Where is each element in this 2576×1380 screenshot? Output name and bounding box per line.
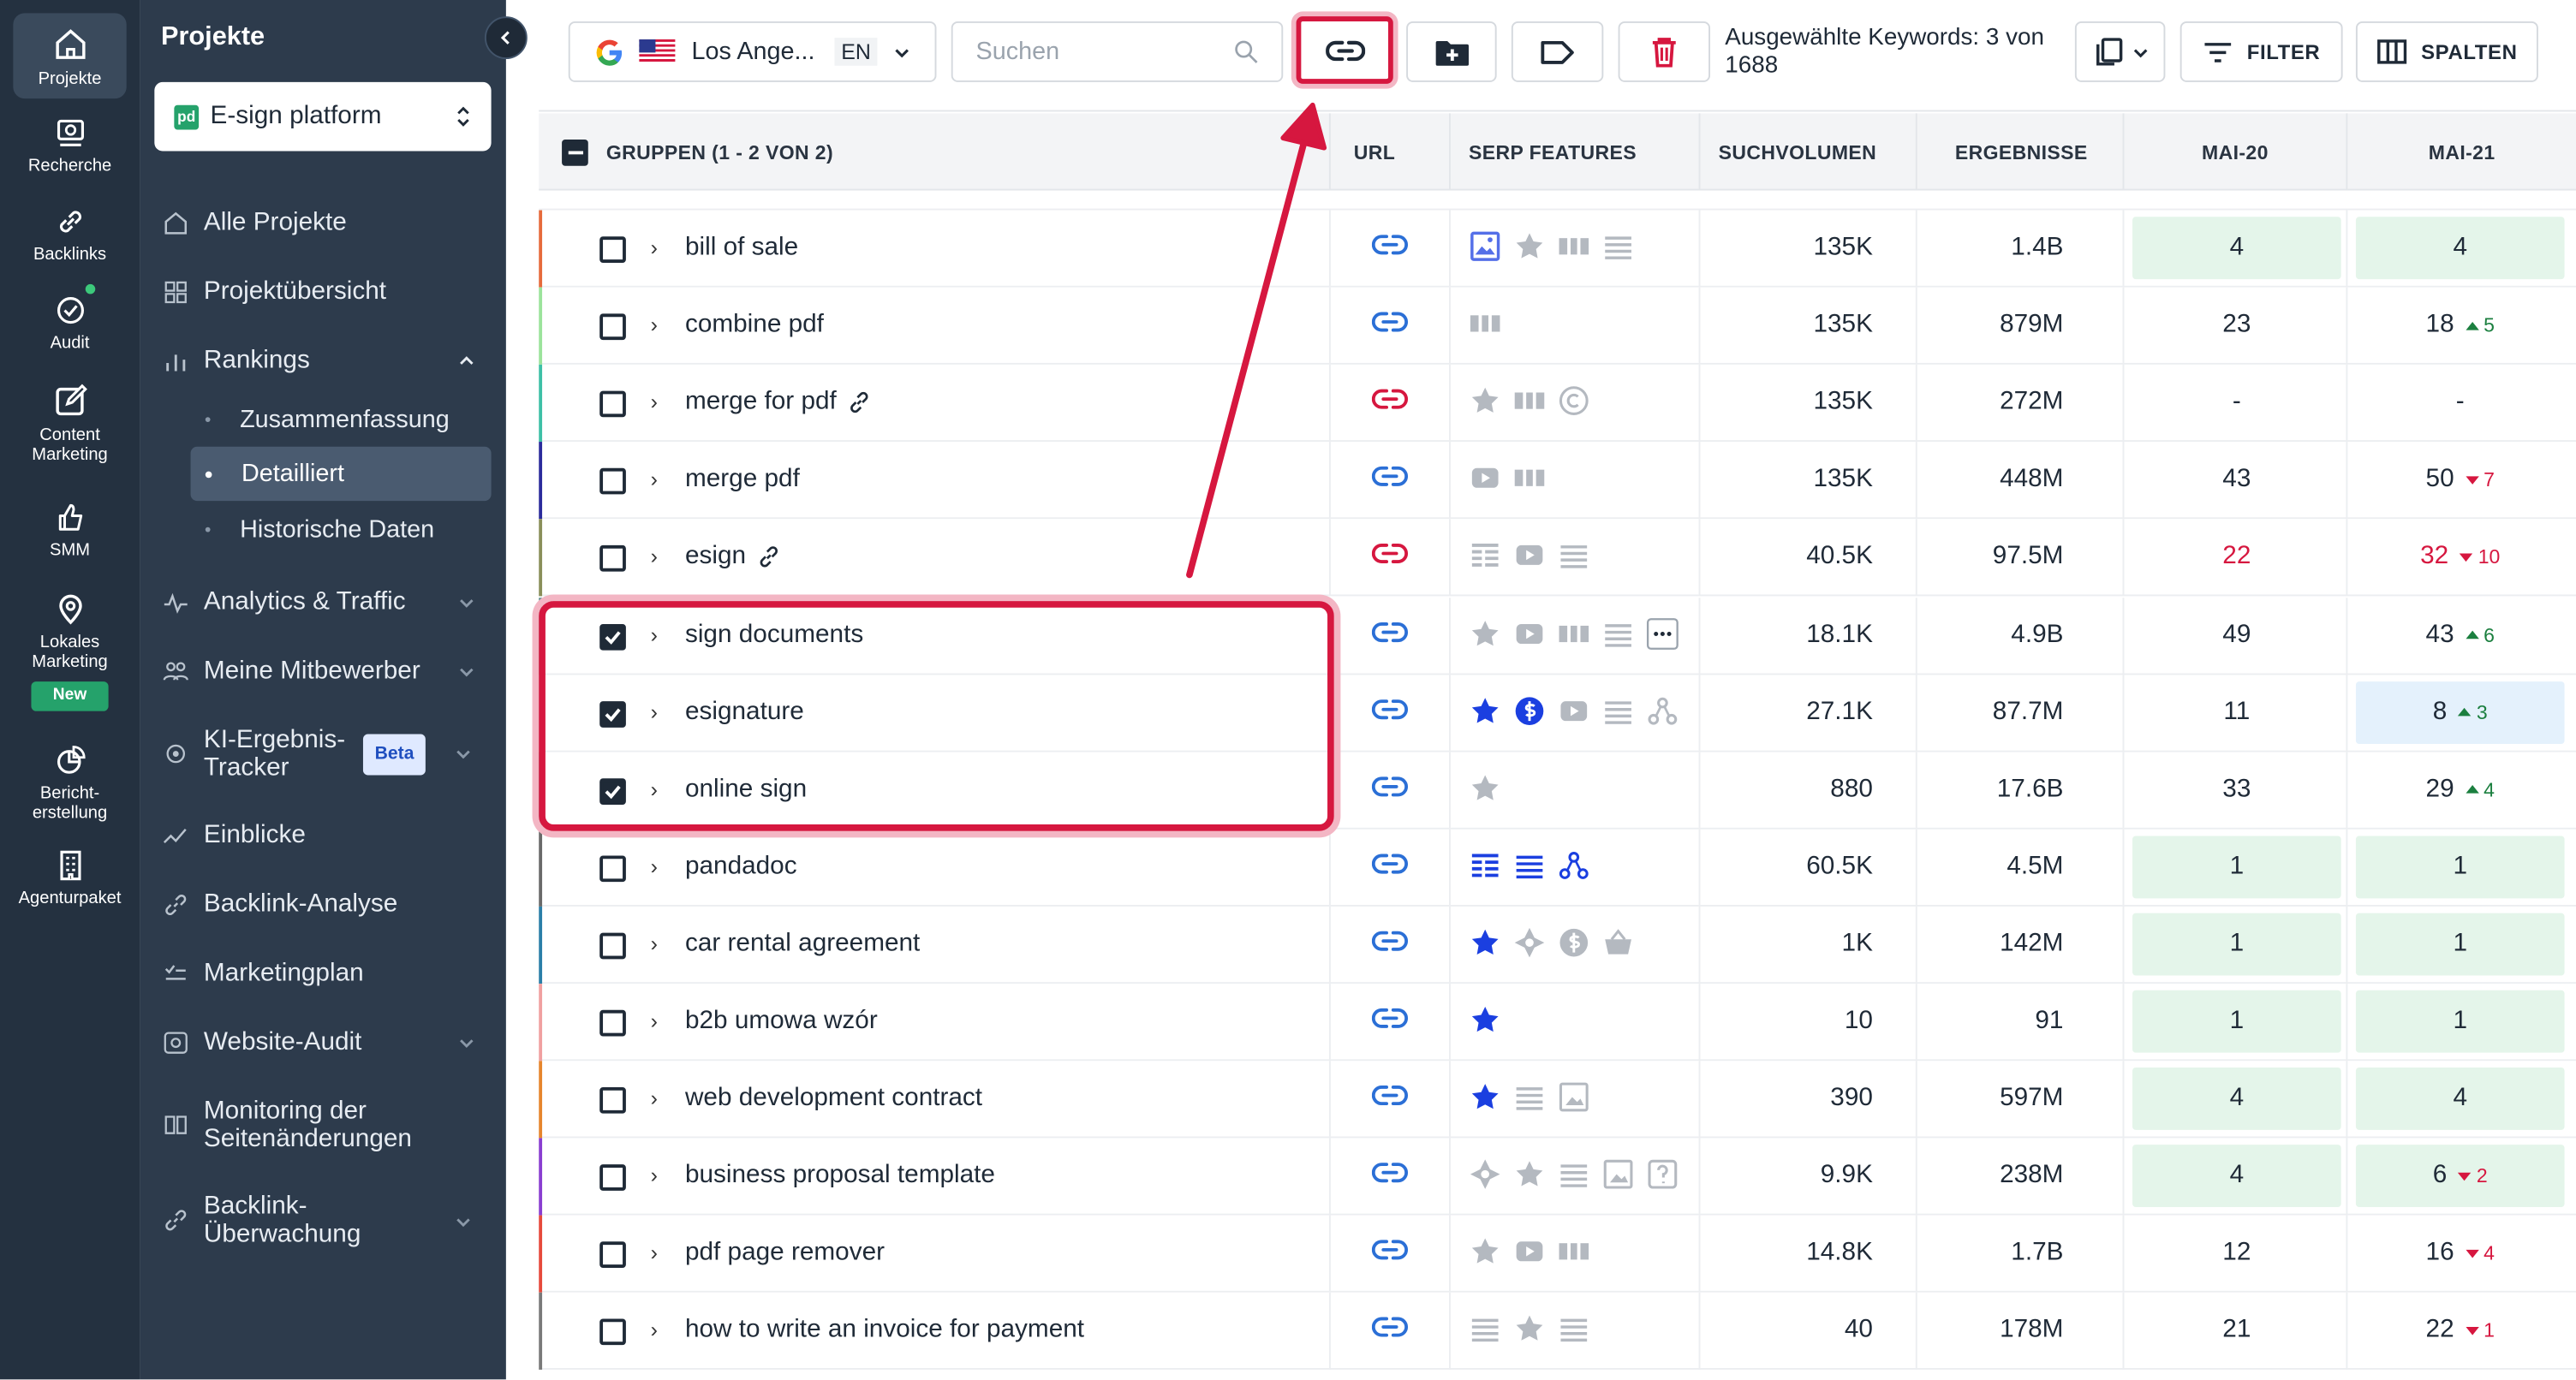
annotation-arrow xyxy=(1186,102,1327,579)
